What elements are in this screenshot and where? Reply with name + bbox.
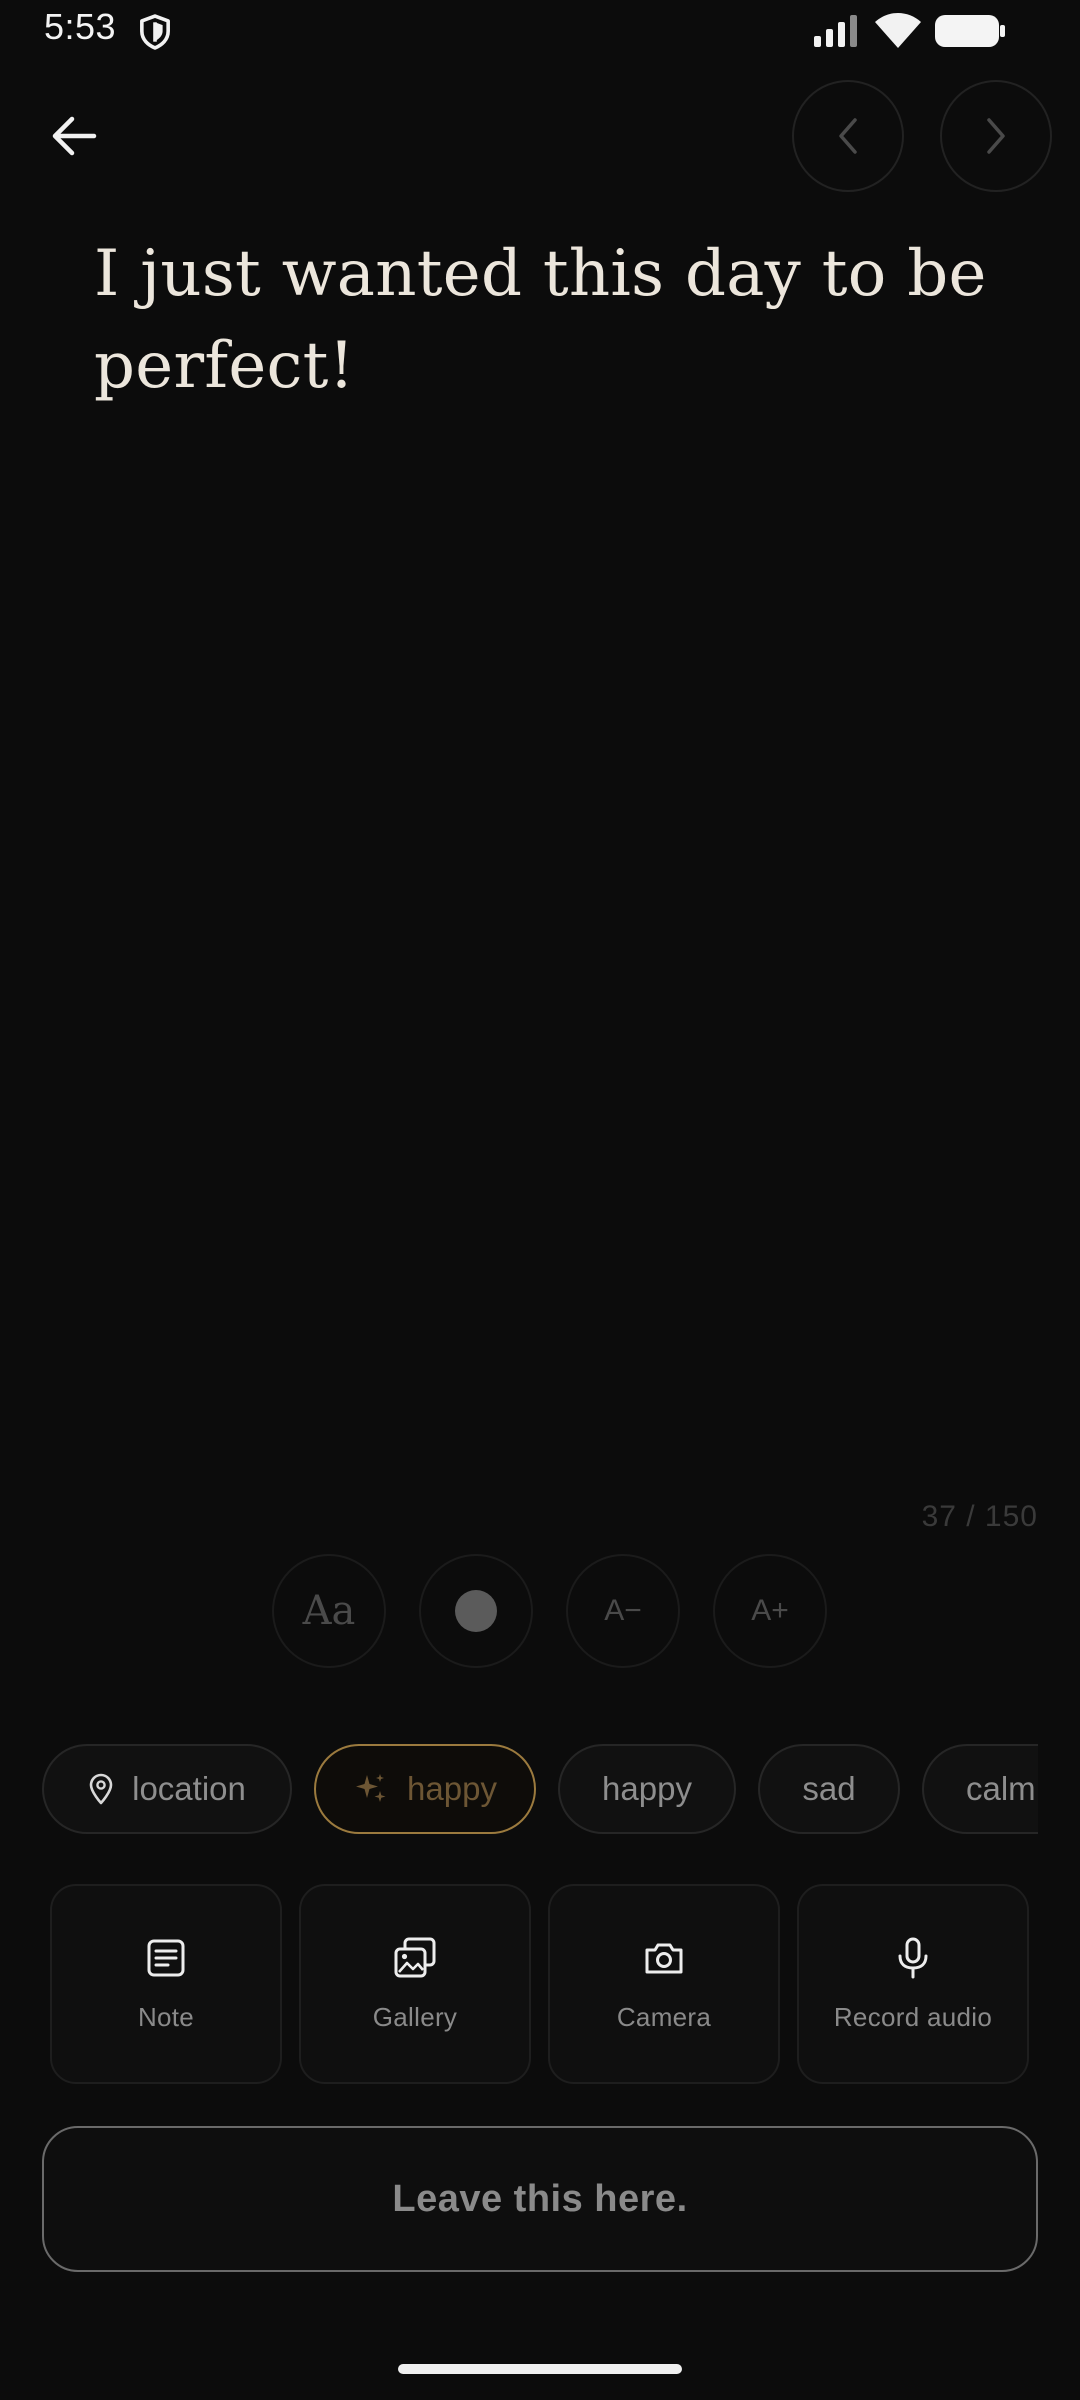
mood-chip-happy[interactable]: happy — [558, 1744, 736, 1834]
previous-button[interactable] — [792, 80, 904, 192]
character-counter: 37 / 150 — [921, 1500, 1038, 1533]
gallery-label: Gallery — [372, 2001, 458, 2032]
sparkle-icon — [356, 1774, 386, 1802]
add-note-button[interactable]: Note — [50, 1884, 282, 2084]
text-color-button[interactable] — [419, 1554, 533, 1668]
wifi-icon — [875, 13, 921, 48]
next-button[interactable] — [940, 80, 1052, 192]
increase-font-button[interactable]: A+ — [713, 1554, 827, 1668]
signal-icon — [814, 15, 857, 47]
camera-label: Camera — [616, 2001, 712, 2032]
location-chip-label: location — [132, 1770, 246, 1807]
microphone-icon — [898, 1937, 928, 1978]
decrease-font-button[interactable]: A− — [566, 1554, 680, 1668]
home-indicator[interactable] — [398, 2364, 682, 2374]
note-icon — [147, 1939, 185, 1976]
note-label: Note — [137, 2001, 195, 2032]
status-time: 5:53 — [44, 6, 117, 47]
chevron-left-icon — [839, 118, 857, 154]
chevron-right-icon — [987, 118, 1005, 154]
mood-chip-label: happy — [602, 1770, 692, 1807]
font-style-label: Aa — [302, 1588, 356, 1634]
journal-entry-screen: 5:53 I just wanted this day to be perfec… — [0, 0, 1080, 2400]
tag-chips-row[interactable]: location happy happy sad calm — [42, 1744, 1038, 1836]
back-button[interactable] — [40, 102, 108, 170]
location-pin-icon — [89, 1773, 113, 1805]
leave-entry-label: Leave this here. — [392, 2177, 688, 2220]
record-audio-button[interactable]: Record audio — [797, 1884, 1029, 2084]
color-dot-icon — [455, 1590, 497, 1632]
mood-chip-label: sad — [802, 1770, 856, 1807]
mood-chip-calm[interactable]: calm — [922, 1744, 1038, 1834]
entry-text-area[interactable]: I just wanted this day to be perfect! — [94, 228, 994, 412]
record-audio-label: Record audio — [833, 2001, 993, 2032]
arrow-left-icon — [52, 116, 97, 156]
add-gallery-button[interactable]: Gallery — [299, 1884, 531, 2084]
shield-icon — [140, 14, 170, 50]
font-style-button[interactable]: Aa — [272, 1554, 386, 1668]
ai-mood-suggestion-label: happy — [407, 1770, 497, 1807]
battery-icon — [935, 15, 1005, 47]
leave-entry-button[interactable]: Leave this here. — [42, 2126, 1038, 2272]
ai-mood-suggestion-chip[interactable]: happy — [314, 1744, 536, 1834]
add-camera-button[interactable]: Camera — [548, 1884, 780, 2084]
increase-font-label: A+ — [751, 1594, 789, 1627]
location-chip[interactable]: location — [42, 1744, 292, 1834]
mood-chip-label: calm — [966, 1770, 1036, 1807]
decrease-font-label: A− — [604, 1594, 642, 1627]
camera-icon — [645, 1943, 683, 1973]
gallery-icon — [394, 1937, 436, 1977]
status-bar: 5:53 — [0, 0, 1080, 64]
mood-chip-sad[interactable]: sad — [758, 1744, 900, 1834]
